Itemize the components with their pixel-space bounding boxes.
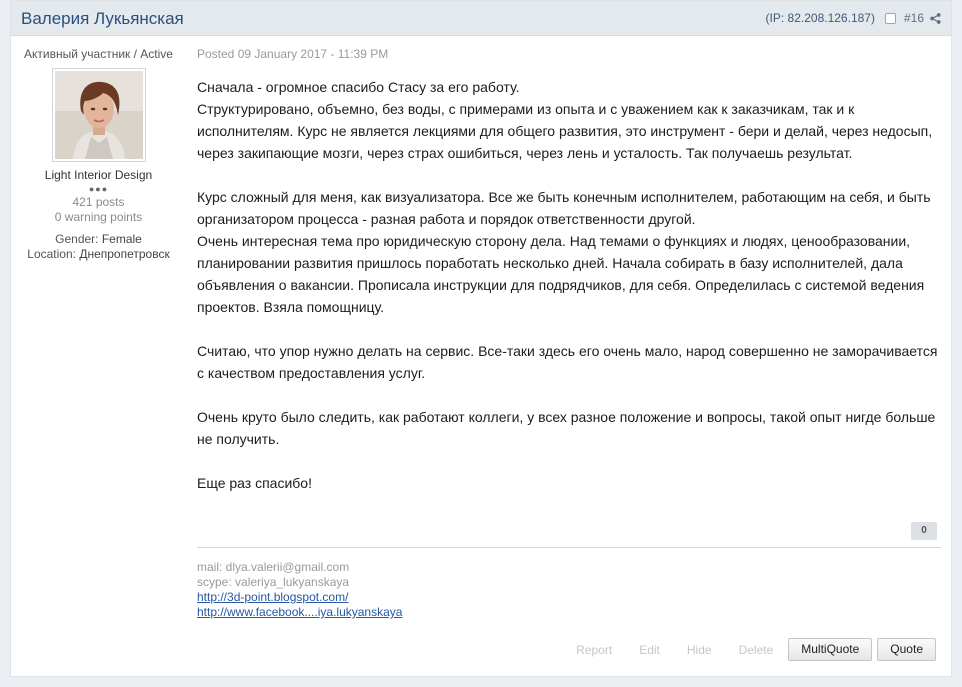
rank-pips: ●●●	[88, 184, 109, 194]
gender-value: Female	[101, 232, 142, 246]
post-controls: Report Edit Hide Delete MultiQuote Quote	[576, 638, 936, 661]
rank-title: Light Interior Design	[44, 168, 153, 182]
hide-link[interactable]: Hide	[687, 643, 712, 657]
post-body: Posted 09 January 2017 - 11:39 PM Сначал…	[197, 47, 942, 494]
gender-field: Gender: Female	[11, 232, 186, 247]
post-content: Сначала - огромное спасибо Стасу за его …	[197, 76, 942, 494]
share-icon[interactable]	[930, 12, 941, 24]
post-date: Posted 09 January 2017 - 11:39 PM	[197, 47, 389, 61]
post-paragraph: Очень круто было следить, как работают к…	[197, 409, 936, 447]
signature-skype: scype: valeriya_lukyanskaya	[197, 575, 350, 589]
signature-blog-link[interactable]: http://3d-point.blogspot.com/	[197, 590, 402, 605]
author-info: Активный участник / Active Light Interio…	[11, 47, 186, 262]
location-field: Location: Днепропетровск	[11, 247, 186, 262]
post-meta: (IP: 82.208.126.187) #16	[766, 11, 941, 25]
signature-divider	[197, 547, 941, 548]
member-title: Активный участник / Active	[24, 47, 173, 61]
custom-fields: Gender: Female Location: Днепропетровск	[11, 232, 186, 262]
report-link[interactable]: Report	[576, 643, 612, 657]
location-label: Location:	[27, 247, 76, 261]
select-post-checkbox[interactable]	[884, 12, 896, 24]
quote-button[interactable]: Quote	[877, 638, 936, 661]
post-paragraph: Курс сложный для меня, как визуализатора…	[197, 189, 931, 315]
warning-points: 0 warning points	[54, 210, 143, 224]
gender-label: Gender:	[55, 232, 99, 246]
avatar[interactable]	[51, 68, 146, 162]
signature-facebook-link[interactable]: http://www.facebook....iya.lukyanskaya	[197, 605, 402, 620]
post-paragraph: Считаю, что упор нужно делать на сервис.…	[197, 343, 938, 381]
signature: mail: dlya.valerii@gmail.com scype: vale…	[197, 560, 402, 620]
post-paragraph: Еще раз спасибо!	[197, 475, 312, 491]
author-name-link[interactable]: Валерия Лукьянская	[21, 9, 184, 29]
location-value: Днепропетровск	[79, 247, 170, 261]
post-number-link[interactable]: #16	[904, 11, 924, 25]
multiquote-button[interactable]: MultiQuote	[788, 638, 873, 661]
edit-link[interactable]: Edit	[639, 643, 660, 657]
ip-address: (IP: 82.208.126.187)	[765, 11, 875, 25]
post-count: 421 posts	[72, 195, 125, 209]
post-header: Валерия Лукьянская (IP: 82.208.126.187) …	[11, 1, 951, 36]
delete-link[interactable]: Delete	[739, 643, 774, 657]
signature-mail: mail: dlya.valerii@gmail.com	[197, 560, 350, 574]
reputation-badge[interactable]: 0	[911, 522, 937, 540]
post-paragraph: Сначала - огромное спасибо Стасу за его …	[197, 79, 933, 161]
forum-post: Валерия Лукьянская (IP: 82.208.126.187) …	[10, 0, 952, 677]
